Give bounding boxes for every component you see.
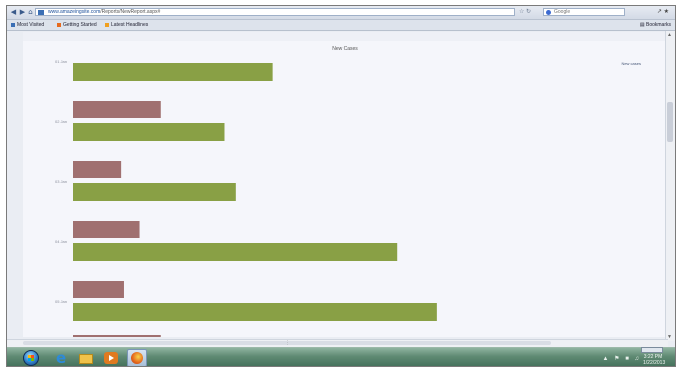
vertical-scrollbar[interactable]: ▲ ▼ [665, 31, 675, 341]
category-label: 04 Jan [55, 239, 67, 244]
scroll-up-icon[interactable]: ▲ [667, 32, 672, 38]
clock-date: 1/22/2013 [643, 360, 666, 366]
search-input[interactable]: Google [543, 8, 625, 16]
file-explorer-icon[interactable] [78, 350, 94, 366]
url-path: /Reports/NewReport.aspx# [100, 9, 161, 15]
browser-window: ◀ ▶ ⌂ www.amazeingsite.com/Reports/NewRe… [6, 5, 676, 367]
language-bar[interactable] [641, 347, 663, 353]
horizontal-scrollbar[interactable]: ⋮ [7, 339, 668, 347]
firefox-icon [131, 352, 143, 364]
url-bar[interactable]: www.amazeingsite.com/Reports/NewReport.a… [35, 8, 515, 16]
bar-new-cases[interactable] [73, 243, 398, 261]
bookmark-getting-started[interactable]: Getting Started [57, 20, 97, 30]
rss-icon [105, 22, 109, 27]
bar-secondary[interactable] [73, 221, 140, 238]
firefox-bookmark-icon [57, 22, 61, 27]
bookmark-label: Most Visited [17, 22, 45, 28]
vertical-scroll-thumb[interactable] [667, 102, 673, 142]
bar-new-cases[interactable] [73, 303, 437, 321]
taskbar: e ▲ ⚑ ■ ♫ 3:22 PM 1/22/2013 [7, 347, 675, 366]
browser-toolbar: ◀ ▶ ⌂ www.amazeingsite.com/Reports/NewRe… [7, 6, 675, 20]
bar-chart: 01 Jan 02 Jan 03 Jan 04 Jan 05 Jan [55, 59, 437, 337]
clock[interactable]: 3:22 PM 1/22/2013 [643, 354, 666, 366]
media-player-icon[interactable] [103, 350, 119, 366]
bar-new-cases[interactable] [73, 183, 236, 201]
bookmarks-bar: Most Visited Getting Started Latest Head… [7, 20, 675, 31]
bar-new-cases[interactable] [73, 123, 225, 141]
site-favicon-icon [38, 10, 44, 15]
bar-secondary[interactable] [73, 101, 161, 118]
url-host: www.amazeingsite.com [48, 9, 101, 15]
internet-explorer-icon[interactable]: e [54, 349, 70, 366]
category-label: 05 Jan [55, 299, 67, 304]
system-tray[interactable]: ▲ ⚑ ■ ♫ [603, 355, 641, 362]
scroll-grip-icon: ⋮ [285, 340, 290, 346]
firefox-taskbar-button[interactable] [127, 349, 147, 366]
bookmark-most-visited[interactable]: Most Visited [11, 20, 44, 30]
home-icon[interactable]: ⌂ [26, 8, 35, 17]
report-page: New Cases New cases 01 Jan 02 Jan 03 Jan 04… [23, 41, 667, 337]
bookmarks-menu-label: Bookmarks [645, 22, 671, 28]
bar-secondary[interactable] [73, 161, 122, 178]
category-label: 01 Jan [55, 59, 67, 64]
bookmark-label: Latest Headlines [111, 22, 149, 28]
bookmark-latest-headlines[interactable]: Latest Headlines [105, 20, 148, 30]
bookmark-label: Getting Started [63, 22, 97, 28]
windows-logo-icon [28, 355, 34, 361]
category-label: 03 Jan [55, 179, 67, 184]
bar-secondary[interactable] [73, 281, 124, 298]
toolbar-extra-icons[interactable]: ↗ ★ [657, 8, 669, 17]
reload-icon[interactable]: ☆ ↻ [519, 8, 541, 16]
bookmarks-menu[interactable]: ▤ Bookmarks [640, 20, 671, 30]
google-icon [546, 10, 551, 15]
back-icon[interactable]: ◀ [9, 8, 18, 17]
page-header-area [23, 32, 667, 41]
bar-new-cases[interactable] [73, 63, 273, 81]
start-button[interactable] [23, 350, 39, 366]
search-placeholder: Google [554, 9, 571, 15]
bar-secondary-partial[interactable] [73, 335, 161, 337]
category-label: 02 Jan [55, 119, 67, 124]
bookmark-folder-icon [11, 22, 15, 27]
